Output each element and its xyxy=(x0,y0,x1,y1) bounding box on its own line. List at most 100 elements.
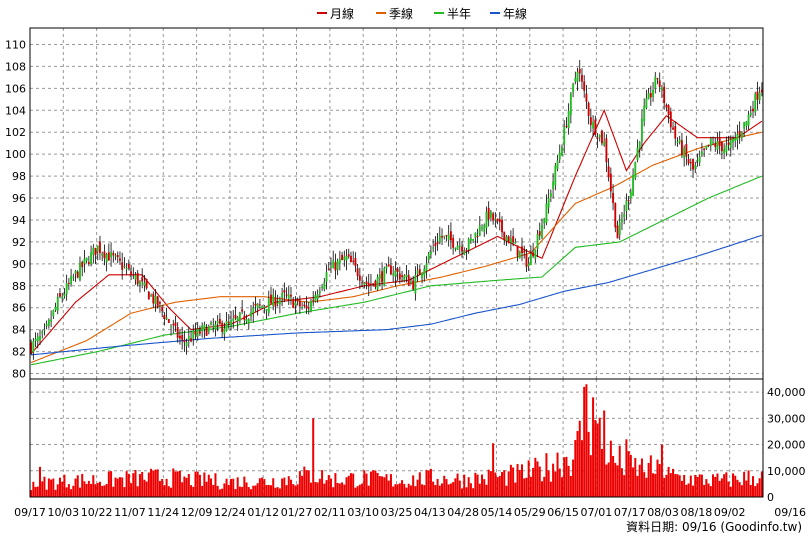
volume-bar xyxy=(669,473,672,497)
candle-body xyxy=(127,264,130,269)
volume-bar xyxy=(356,486,359,497)
volume-bar xyxy=(612,455,615,497)
volume-bar xyxy=(594,420,597,497)
volume-bar xyxy=(749,484,752,497)
candle-body xyxy=(81,261,84,268)
volume-bar xyxy=(196,471,199,497)
candle-body xyxy=(354,257,357,267)
volume-bar xyxy=(514,482,517,497)
volume-bar xyxy=(221,488,224,497)
candle-body xyxy=(469,238,472,241)
candle-body xyxy=(518,250,521,259)
price-tick-label: 82 xyxy=(12,346,26,359)
candle-body xyxy=(700,151,703,155)
volume-bar xyxy=(170,487,173,497)
volume-bar xyxy=(580,440,583,497)
volume-bar xyxy=(716,473,719,497)
candle-body xyxy=(72,277,75,279)
candle-body xyxy=(585,93,588,102)
candle-body xyxy=(407,275,410,286)
candle-body xyxy=(618,222,621,235)
volume-bar xyxy=(363,470,366,497)
candle-body xyxy=(59,293,61,297)
volume-bar xyxy=(354,487,357,497)
volume-bar xyxy=(629,454,632,497)
volume-bar xyxy=(318,478,321,497)
volume-bar xyxy=(154,469,157,497)
candle-body xyxy=(758,92,761,101)
candle-body xyxy=(492,213,495,221)
volume-bar xyxy=(150,468,153,497)
candle-body xyxy=(536,234,539,249)
volume-bar xyxy=(274,487,277,497)
volume-bar xyxy=(747,470,750,497)
candle-body xyxy=(632,174,634,196)
volume-bar xyxy=(565,456,568,497)
candle-body xyxy=(736,133,739,140)
volume-bar xyxy=(623,475,626,497)
volume-bar xyxy=(252,485,255,497)
volume-bar xyxy=(636,475,639,497)
volume-bar xyxy=(649,455,652,497)
volume-bar xyxy=(658,464,661,497)
volume-bar xyxy=(250,489,253,497)
volume-bar xyxy=(534,457,537,497)
volume-bar xyxy=(161,478,164,497)
candle-body xyxy=(572,83,575,93)
volume-bar xyxy=(103,485,106,497)
candle-body xyxy=(294,302,297,306)
volume-bar xyxy=(643,472,646,497)
candle-body xyxy=(609,173,612,192)
volume-bar xyxy=(501,472,504,497)
volume-bar xyxy=(607,462,610,497)
candle-body xyxy=(112,252,115,256)
volume-bar xyxy=(212,484,215,497)
volume-bar xyxy=(549,481,552,497)
candle-body xyxy=(558,152,561,160)
volume-bar xyxy=(343,484,346,497)
candle-body xyxy=(621,218,623,222)
volume-bar xyxy=(600,448,603,497)
volume-bar xyxy=(267,484,270,497)
volume-bar xyxy=(467,477,470,497)
volume-bar xyxy=(334,473,337,497)
candle-body xyxy=(434,243,437,247)
volume-bar xyxy=(529,476,532,497)
volume-bar xyxy=(183,476,186,497)
volume-bar xyxy=(352,473,355,497)
volume-bar xyxy=(627,451,630,497)
candle-body xyxy=(754,93,757,113)
volume-bar xyxy=(38,466,41,497)
candle-body xyxy=(418,269,421,275)
candle-body xyxy=(296,299,299,301)
candle-body xyxy=(592,121,595,129)
candle-body xyxy=(74,270,77,274)
volume-bar xyxy=(156,469,159,497)
candle-body xyxy=(683,147,686,158)
volume-bar xyxy=(192,486,195,497)
candle-body xyxy=(378,274,381,279)
candle-body xyxy=(387,264,390,267)
candle-body xyxy=(603,141,606,146)
volume-bar xyxy=(672,468,675,497)
candle-body xyxy=(123,266,126,268)
candle-body xyxy=(578,69,581,74)
volume-bar xyxy=(341,482,344,497)
candle-body xyxy=(447,234,450,241)
volume-bar xyxy=(107,471,110,497)
footer-source-name: (Goodinfo.tw) xyxy=(720,520,802,534)
volume-bar xyxy=(552,463,555,497)
candle-body xyxy=(538,231,541,236)
candle-body xyxy=(441,236,443,238)
price-tick-label: 110 xyxy=(5,38,26,51)
candle-body xyxy=(678,139,681,143)
volume-bar xyxy=(407,483,410,497)
volume-bar xyxy=(67,484,70,497)
volume-bar xyxy=(625,439,628,497)
volume-bar xyxy=(74,478,77,497)
volume-bar xyxy=(316,482,319,497)
candle-body xyxy=(367,282,370,287)
volume-bar xyxy=(414,486,417,497)
volume-bar xyxy=(349,473,352,497)
candle-body xyxy=(63,294,66,297)
